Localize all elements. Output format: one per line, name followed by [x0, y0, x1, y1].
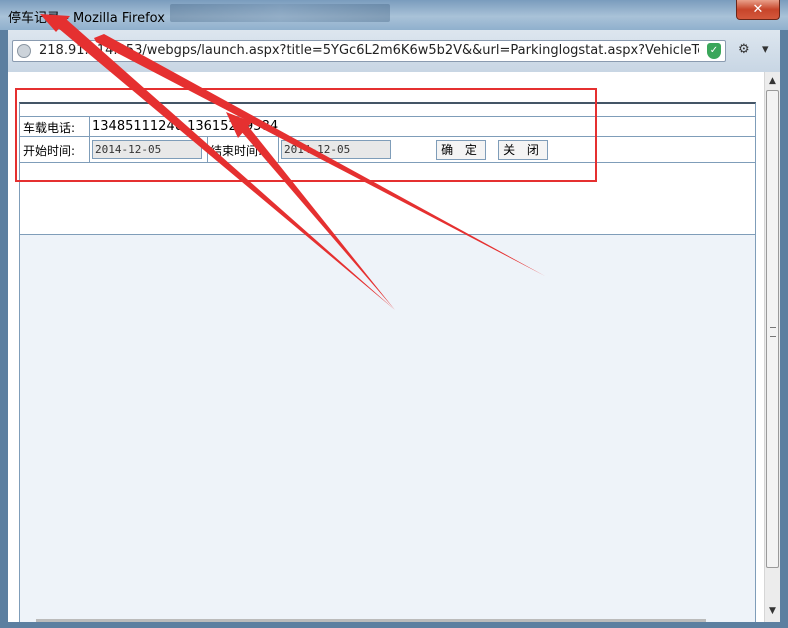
page-content: 车载电话: 13485111240,13615209584 开始时间: 2014…: [8, 72, 780, 622]
start-date-input[interactable]: 2014-12-05: [92, 140, 202, 159]
nav-tools: ⚙ ▾: [732, 40, 780, 62]
scroll-up-icon[interactable]: ▲: [767, 76, 778, 87]
scroll-thumb[interactable]: [766, 90, 779, 568]
end-date-input[interactable]: 2014-12-05: [281, 140, 391, 159]
window-close-button[interactable]: ✕: [736, 0, 780, 20]
window-title: 停车记录 - Mozilla Firefox: [8, 11, 165, 26]
vehicle-tel-label: 车载电话:: [20, 117, 90, 136]
tools-icon[interactable]: ⚙: [738, 42, 750, 57]
end-time-label: 结束时间:: [207, 137, 279, 162]
confirm-button[interactable]: 确 定: [436, 140, 486, 160]
date-range-row: 开始时间: 2014-12-05 结束时间: 2014-12-05 确 定 关 …: [20, 137, 755, 163]
address-bar[interactable]: 218.91.214.253/webgps/launch.aspx?title=…: [12, 40, 726, 62]
address-url[interactable]: 218.91.214.253/webgps/launch.aspx?title=…: [39, 43, 699, 58]
horizontal-scrollbar[interactable]: [36, 619, 706, 622]
vehicle-tel-value: 13485111240,13615209584: [92, 119, 279, 134]
scroll-down-icon[interactable]: ▼: [767, 606, 778, 617]
globe-icon: [17, 44, 31, 58]
background-blur: [170, 4, 390, 22]
window-titlebar: 停车记录 - Mozilla Firefox ✕: [0, 0, 788, 30]
grip-icon: [770, 327, 776, 337]
query-form: 车载电话: 13485111240,13615209584 开始时间: 2014…: [19, 102, 756, 235]
vehicle-tel-row: 车载电话: 13485111240,13615209584: [20, 116, 755, 137]
page-viewport: 车载电话: 13485111240,13615209584 开始时间: 2014…: [8, 72, 764, 622]
shield-icon[interactable]: ✓: [707, 43, 721, 59]
close-button[interactable]: 关 闭: [498, 140, 548, 160]
dropdown-icon[interactable]: ▾: [762, 42, 769, 57]
vertical-scrollbar[interactable]: ▲ ▼: [764, 72, 780, 622]
navigation-bar: 218.91.214.253/webgps/launch.aspx?title=…: [8, 30, 780, 72]
start-time-label: 开始时间:: [20, 137, 90, 162]
